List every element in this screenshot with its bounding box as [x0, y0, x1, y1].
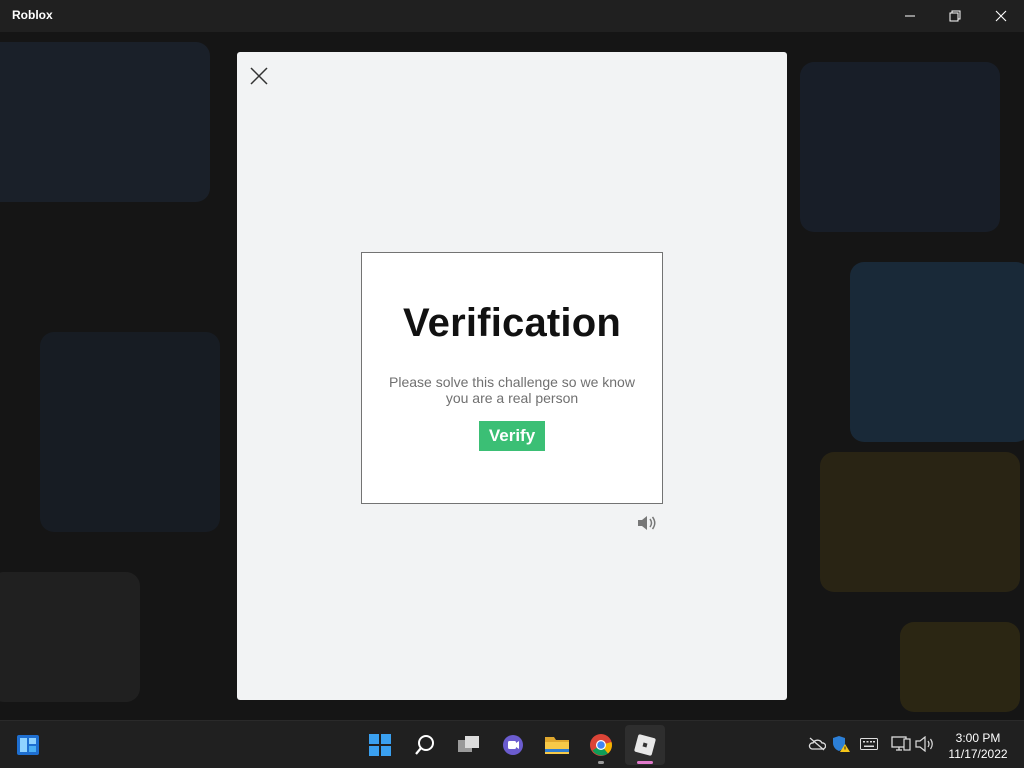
- volume-icon: [915, 736, 933, 752]
- audio-challenge-button[interactable]: [636, 514, 658, 532]
- background-blob: [40, 332, 220, 532]
- verify-button[interactable]: Verify: [479, 421, 545, 451]
- chat-button[interactable]: [493, 725, 533, 765]
- task-view-button[interactable]: [449, 725, 489, 765]
- challenge-message: Please solve this challenge so we know y…: [389, 374, 635, 406]
- background-blob: [820, 452, 1020, 592]
- challenge-card: Verification Please solve this challenge…: [361, 252, 663, 504]
- task-view-icon: [458, 736, 479, 752]
- close-icon: [995, 10, 1007, 22]
- chrome-button[interactable]: [581, 725, 621, 765]
- onedrive-button[interactable]: [806, 733, 828, 755]
- input-indicator-button[interactable]: [858, 733, 880, 755]
- taskbar: 3:00 PM 11/17/2022: [0, 720, 1024, 768]
- search-icon: [415, 735, 434, 755]
- onedrive-icon: [808, 737, 826, 751]
- modal-close-button[interactable]: [247, 64, 271, 88]
- search-button[interactable]: [405, 725, 445, 765]
- file-explorer-button[interactable]: [537, 725, 577, 765]
- start-icon: [369, 734, 391, 756]
- active-indicator: [637, 761, 653, 764]
- file-explorer-icon: [545, 737, 569, 754]
- network-button[interactable]: [890, 733, 912, 755]
- background-blob: [0, 572, 140, 702]
- widgets-icon: [17, 735, 39, 755]
- teams-chat-icon: [503, 735, 523, 755]
- restore-button[interactable]: [932, 0, 978, 32]
- running-indicator: [598, 761, 604, 764]
- background-blob: [900, 622, 1020, 712]
- background-blob: [800, 62, 1000, 232]
- verification-heading: Verification: [402, 301, 622, 345]
- roblox-button[interactable]: [625, 725, 665, 765]
- start-button[interactable]: [360, 725, 400, 765]
- background-blob: [850, 262, 1024, 442]
- close-window-button[interactable]: [978, 0, 1024, 32]
- security-button[interactable]: [830, 733, 852, 755]
- minimize-button[interactable]: [887, 0, 933, 32]
- chrome-icon: [590, 734, 612, 756]
- widgets-button[interactable]: [8, 725, 48, 765]
- roblox-icon: [634, 734, 656, 756]
- security-warning-icon: [833, 736, 850, 752]
- background-blob: [0, 42, 210, 202]
- close-icon: [250, 67, 268, 85]
- taskbar-clock[interactable]: 3:00 PM 11/17/2022: [940, 730, 1016, 762]
- minimize-icon: [905, 15, 915, 17]
- clock-date: 11/17/2022: [948, 747, 1008, 761]
- window-title: Roblox: [12, 8, 53, 22]
- window-titlebar: Roblox: [0, 0, 1024, 32]
- keyboard-icon: [860, 738, 878, 750]
- restore-icon: [949, 10, 961, 22]
- speaker-icon: [638, 516, 656, 530]
- verification-modal: Verification Please solve this challenge…: [237, 52, 787, 700]
- clock-time: 3:00 PM: [955, 731, 1001, 745]
- network-icon: [891, 736, 911, 751]
- volume-button[interactable]: [914, 733, 936, 755]
